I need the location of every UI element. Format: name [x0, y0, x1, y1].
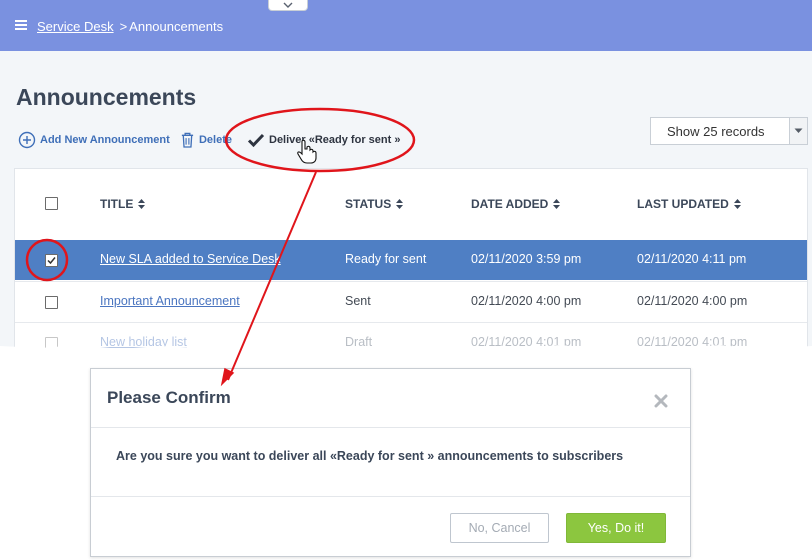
confirm-dialog: Please Confirm Are you sure you want to … [90, 368, 691, 557]
add-circle-icon [18, 131, 36, 149]
dialog-title: Please Confirm [107, 388, 231, 407]
delete-button[interactable]: Delete [180, 130, 232, 150]
sort-icon [733, 199, 741, 209]
records-per-page-select[interactable]: Show 25 records [650, 117, 808, 145]
breadcrumb-service-desk[interactable]: Service Desk [37, 19, 114, 34]
column-header-date-added[interactable]: DATE ADDED [471, 197, 561, 211]
row-date-added: 02/11/2020 3:59 pm [471, 252, 582, 266]
records-per-page-value: Show 25 records [667, 124, 765, 139]
sort-icon [553, 199, 561, 209]
page-title: Announcements [16, 84, 197, 110]
header-bar: Service Desk > Announcements [0, 0, 812, 51]
dialog-message: Are you sure you want to deliver all «Re… [116, 449, 624, 463]
row-status: Sent [345, 294, 371, 308]
chevron-down-icon [794, 128, 803, 133]
announcements-table: TITLE STATUS DATE ADDED LAST UPDATED New… [14, 168, 808, 352]
breadcrumb-current: Announcements [129, 19, 224, 34]
deliver-label: Deliver «Ready for sent » [269, 134, 401, 146]
torn-edge [0, 345, 812, 352]
dialog-divider [91, 496, 690, 497]
row-last-updated: 02/11/2020 4:00 pm [637, 294, 748, 308]
add-announcement-button[interactable]: Add New Announcement [18, 130, 170, 150]
deliver-ready-button[interactable]: Deliver «Ready for sent » [247, 130, 400, 150]
table-row[interactable]: Important Announcement Sent 02/11/2020 4… [15, 281, 807, 321]
column-header-last-updated[interactable]: LAST UPDATED [637, 197, 741, 211]
row-last-updated: 02/11/2020 4:11 pm [637, 252, 747, 266]
column-header-status[interactable]: STATUS [345, 197, 404, 211]
row-status: Ready for sent [345, 252, 427, 266]
add-announcement-label: Add New Announcement [40, 134, 170, 146]
row-checkbox[interactable] [45, 296, 58, 309]
row-date-added: 02/11/2020 4:00 pm [471, 294, 582, 308]
checkmark-icon [47, 257, 56, 265]
delete-label: Delete [198, 134, 232, 146]
close-icon[interactable] [654, 394, 668, 408]
dialog-divider [91, 427, 690, 428]
table-row[interactable]: New SLA added to Service Desk Ready for … [15, 240, 807, 280]
row-title-link[interactable]: Important Announcement [100, 294, 240, 308]
select-arrow[interactable] [789, 118, 807, 144]
breadcrumb: Service Desk > Announcements [37, 19, 223, 34]
row-title-link[interactable]: New SLA added to Service Desk [100, 252, 281, 266]
collapse-toggle[interactable] [268, 0, 308, 11]
announcements-page: Service Desk > Announcements Announcements… [0, 0, 812, 352]
cancel-button[interactable]: No, Cancel [450, 513, 549, 543]
confirm-button[interactable]: Yes, Do it! [566, 513, 666, 543]
sort-icon [138, 199, 146, 209]
column-header-title[interactable]: TITLE [100, 197, 146, 211]
breadcrumb-separator: > [119, 19, 128, 34]
row-checkbox[interactable] [45, 254, 58, 267]
chevron-down-icon [283, 2, 293, 8]
menu-icon[interactable] [15, 20, 27, 30]
trash-icon [181, 132, 194, 148]
sort-icon [396, 199, 404, 209]
checkmark-icon [247, 133, 265, 148]
select-all-checkbox[interactable] [45, 197, 58, 210]
